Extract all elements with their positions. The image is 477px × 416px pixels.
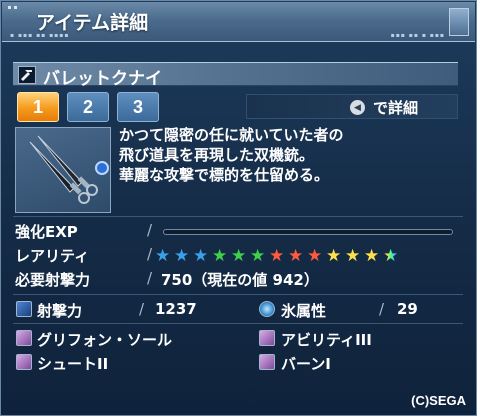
rarity-star-icon: ★: [212, 246, 228, 266]
weapon-name: バレットクナイ: [43, 69, 162, 89]
rarity-star-icon: ★: [288, 246, 304, 266]
separator: /: [379, 300, 385, 318]
title-decoration-left: ▪ ▪▪▪ ▪▪ ▪▪▪▪: [10, 32, 70, 39]
rarity-star-icon: ★: [231, 246, 247, 266]
detail-button[interactable]: ◀ で詳細: [246, 94, 458, 119]
affix-icon: [16, 330, 32, 346]
rarity-star-icon: ★: [364, 246, 380, 266]
divider: [13, 323, 463, 324]
window-title: アイテム詳細: [36, 12, 149, 34]
tab-3[interactable]: 3: [117, 92, 159, 122]
separator: /: [147, 221, 153, 239]
not-equippable-icon: [95, 161, 109, 175]
ranged-attack-icon: [16, 301, 32, 317]
attack-value: 1237: [155, 300, 197, 318]
affix-label: シュートII: [37, 355, 109, 373]
affix-label: グリフォン・ソール: [37, 331, 173, 349]
affix-label: アビリティIII: [281, 331, 372, 349]
divider: [13, 216, 463, 217]
attack-row: 射撃力 / 1237 氷属性 / 29: [15, 300, 455, 320]
rarity-star-icon: ★: [383, 246, 399, 266]
requirement-label: 必要射撃力: [15, 271, 91, 289]
tab-2[interactable]: 2: [67, 92, 109, 122]
rarity-star-icon: ★: [326, 246, 342, 266]
rarity-star-icon: ★: [269, 246, 285, 266]
divider: [13, 294, 463, 295]
requirement-row: 必要射撃力 / 750（現在の値 942）: [15, 269, 455, 289]
window-frame-handle: [449, 8, 469, 36]
separator: /: [147, 269, 153, 287]
exp-progress-bar: [163, 229, 453, 235]
affix-label: バーンI: [281, 355, 331, 373]
detail-label: で詳細: [373, 99, 419, 117]
description-line: 華麗な攻撃で標的を仕留める。: [119, 166, 330, 184]
element-label: 氷属性: [281, 302, 327, 320]
tab-1[interactable]: 1: [17, 92, 59, 122]
rarity-star-icon: ★: [250, 246, 266, 266]
affix-icon: [259, 330, 275, 346]
description-line: かつて隠密の任に就いていた者の: [119, 126, 344, 144]
description-line: 飛び道具を再現した双機銃。: [119, 146, 315, 164]
element-value: 29: [397, 300, 418, 318]
requirement-value: 750（現在の値 942）: [161, 271, 319, 289]
affix-row-2: シュートII バーンI: [15, 353, 455, 373]
rarity-star-icon: ★: [307, 246, 323, 266]
separator: /: [139, 300, 145, 318]
twin-machine-gun-icon: [18, 66, 36, 84]
attack-label: 射撃力: [37, 302, 83, 320]
item-description: かつて隠密の任に就いていた者の 飛び道具を再現した双機銃。 華麗な攻撃で標的を仕…: [119, 125, 459, 185]
title-bar: アイテム詳細 ▪ ▪▪▪ ▪▪ ▪▪▪▪ ▪▪▪ ▪▪ ▪ ▪▪▪: [2, 2, 475, 42]
rarity-star-icon: ★: [345, 246, 361, 266]
button-prompt-icon: ◀: [350, 100, 365, 115]
affix-icon: [16, 354, 32, 370]
affix-icon: [259, 354, 275, 370]
separator: /: [147, 245, 153, 263]
rarity-star-icon: ★: [193, 246, 209, 266]
weapon-name-bar: バレットクナイ: [13, 62, 458, 89]
exp-label: 強化EXP: [15, 223, 78, 241]
rarity-star-icon: ★: [155, 246, 171, 266]
rarity-label: レアリティ: [15, 247, 90, 265]
item-detail-window: アイテム詳細 ▪ ▪▪▪ ▪▪ ▪▪▪▪ ▪▪▪ ▪▪ ▪ ▪▪▪ バレットクナ…: [0, 0, 477, 416]
title-decoration-right: ▪▪▪ ▪▪ ▪ ▪▪▪: [390, 32, 445, 39]
corner-marker: [8, 6, 11, 9]
corner-marker: [14, 6, 17, 9]
ice-element-icon: [259, 301, 275, 317]
copyright: (C)SEGA: [411, 393, 466, 408]
rarity-star-icon: ★: [174, 246, 190, 266]
affix-row-1: グリフォン・ソール アビリティIII: [15, 329, 455, 349]
